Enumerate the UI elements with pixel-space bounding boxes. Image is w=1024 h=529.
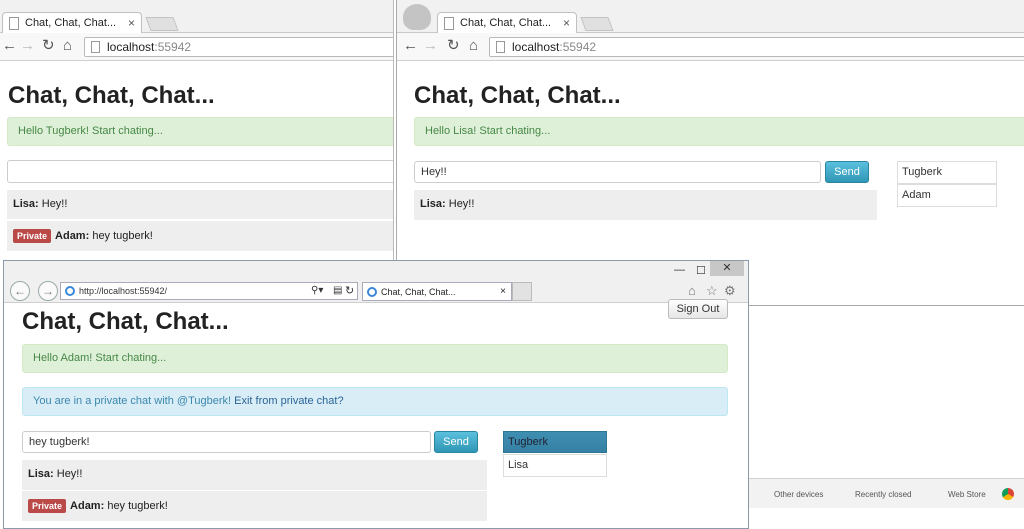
message-sender: Lisa: [13,198,39,210]
page-icon [9,17,19,30]
message-item: Lisa: Hey!! [7,190,393,219]
close-tab-icon[interactable]: × [563,16,570,30]
close-window-button[interactable]: ✕ [710,261,744,276]
message-item: Private Adam: hey tugberk! [22,491,487,521]
address-bar[interactable]: http://localhost:55942/ ⚲▾ ▤ ↻ [60,282,358,300]
message-sender: Lisa: [28,468,54,480]
browser-window-adam: — ☐ ✕ ← → http://localhost:55942/ ⚲▾ ▤ ↻… [3,260,749,529]
url-port: :55942 [154,40,192,54]
new-tab-bottom-bar: Other devices Recently closed Web Store [740,478,1024,508]
incognito-icon [403,4,431,30]
message-item: Private Adam: hey tugberk! [7,221,393,251]
tab-title: Chat, Chat, Chat... [25,17,117,29]
tab-strip: Chat, Chat, Chat... × [397,0,1024,34]
minimize-icon[interactable]: — [674,264,685,276]
browser-window-tugberk: Chat, Chat, Chat... × ← → ↻ ⌂ localhost:… [0,0,394,262]
chrome-store-icon [1002,488,1014,500]
welcome-alert: Hello Adam! Start chating... [22,344,728,373]
exit-private-chat-link[interactable]: Exit from private chat? [234,395,343,407]
url-port: :55942 [559,40,597,54]
forward-icon[interactable]: → [20,38,35,54]
other-devices-link[interactable]: Other devices [774,490,823,499]
send-button[interactable]: Send [825,161,869,183]
home-icon[interactable]: ⌂ [688,283,696,298]
browser-tab[interactable]: Chat, Chat, Chat... × [2,12,142,34]
reload-icon[interactable]: ↻ [447,38,460,54]
private-chat-text: You are in a private chat with @Tugberk! [33,395,235,407]
message-item: Lisa: Hey!! [414,190,877,220]
private-badge: Private [13,229,52,243]
back-icon[interactable]: ← [10,281,30,301]
message-text: hey tugberk! [104,500,168,512]
user-list-item[interactable]: Adam [897,184,997,207]
home-icon[interactable]: ⌂ [469,38,478,54]
message-sender: Adam: [70,500,105,512]
reload-icon[interactable]: ↻ [42,38,55,54]
ie-logo-icon [65,286,75,296]
ie-logo-icon [367,287,377,297]
message-item: Lisa: Hey!! [22,460,487,490]
address-text: http://localhost:55942/ [79,286,168,296]
private-chat-notice: You are in a private chat with @Tugberk!… [22,387,728,416]
page-title: Chat, Chat, Chat... [414,82,621,109]
message-input[interactable]: Hey!! [414,161,821,183]
close-tab-icon[interactable]: × [500,286,506,297]
back-icon[interactable]: ← [2,38,17,54]
page-icon [496,41,505,53]
browser-tab[interactable]: Chat, Chat, Chat... × [437,12,577,34]
address-bar[interactable]: localhost:55942 [489,37,1024,57]
send-button[interactable]: Send [434,431,478,453]
home-icon[interactable]: ⌂ [63,38,72,54]
page-title: Chat, Chat, Chat... [22,308,229,335]
refresh-icon[interactable]: ↻ [345,284,354,297]
welcome-alert: Hello Lisa! Start chating... [414,117,1024,146]
user-list-item[interactable]: Lisa [503,454,607,477]
search-icon[interactable]: ⚲▾ [311,285,323,296]
message-input[interactable] [7,160,393,183]
message-text: Hey!! [38,198,68,210]
welcome-alert: Hello Tugberk! Start chating... [7,117,393,146]
navigation-bar: ← → ↻ ⌂ localhost:55942 [0,33,393,61]
recently-closed-link[interactable]: Recently closed [855,490,911,499]
ie-toolbar: — ☐ ✕ ← → http://localhost:55942/ ⚲▾ ▤ ↻… [4,261,748,303]
url-host: localhost [107,40,155,54]
message-text: Hey!! [445,198,475,210]
navigation-bar: ← → ↻ ⌂ localhost:55942 [397,33,1024,61]
close-tab-icon[interactable]: × [128,16,135,30]
user-list-item-selected[interactable]: Tugberk [503,431,607,453]
tab-strip: Chat, Chat, Chat... × [0,0,393,34]
tab-title: Chat, Chat, Chat... [381,287,456,297]
compat-icon[interactable]: ▤ [333,285,342,296]
url-host: localhost [512,40,560,54]
tab-title: Chat, Chat, Chat... [460,17,552,29]
page-icon [91,41,100,53]
back-icon[interactable]: ← [403,38,418,54]
new-tab-button[interactable] [145,17,179,31]
favorites-icon[interactable]: ☆ [706,283,718,299]
private-badge: Private [28,499,67,513]
message-text: Hey!! [53,468,83,480]
message-input[interactable]: hey tugberk! [22,431,431,453]
page-icon [444,17,454,30]
message-sender: Lisa: [420,198,446,210]
new-tab-button[interactable] [512,282,532,301]
message-sender: Adam: [55,230,90,242]
address-bar[interactable]: localhost:55942 [84,37,393,57]
page-title: Chat, Chat, Chat... [8,82,215,109]
sign-out-button[interactable]: Sign Out [668,299,728,319]
gear-icon[interactable]: ⚙ [724,283,736,299]
forward-icon[interactable]: → [38,281,58,301]
user-list-item[interactable]: Tugberk [897,161,997,184]
forward-icon[interactable]: → [423,38,438,54]
message-text: hey tugberk! [89,230,153,242]
new-tab-button[interactable] [580,17,614,31]
maximize-icon[interactable]: ☐ [696,264,706,277]
web-store-link[interactable]: Web Store [948,490,986,499]
browser-tab[interactable]: Chat, Chat, Chat... × [362,282,512,301]
